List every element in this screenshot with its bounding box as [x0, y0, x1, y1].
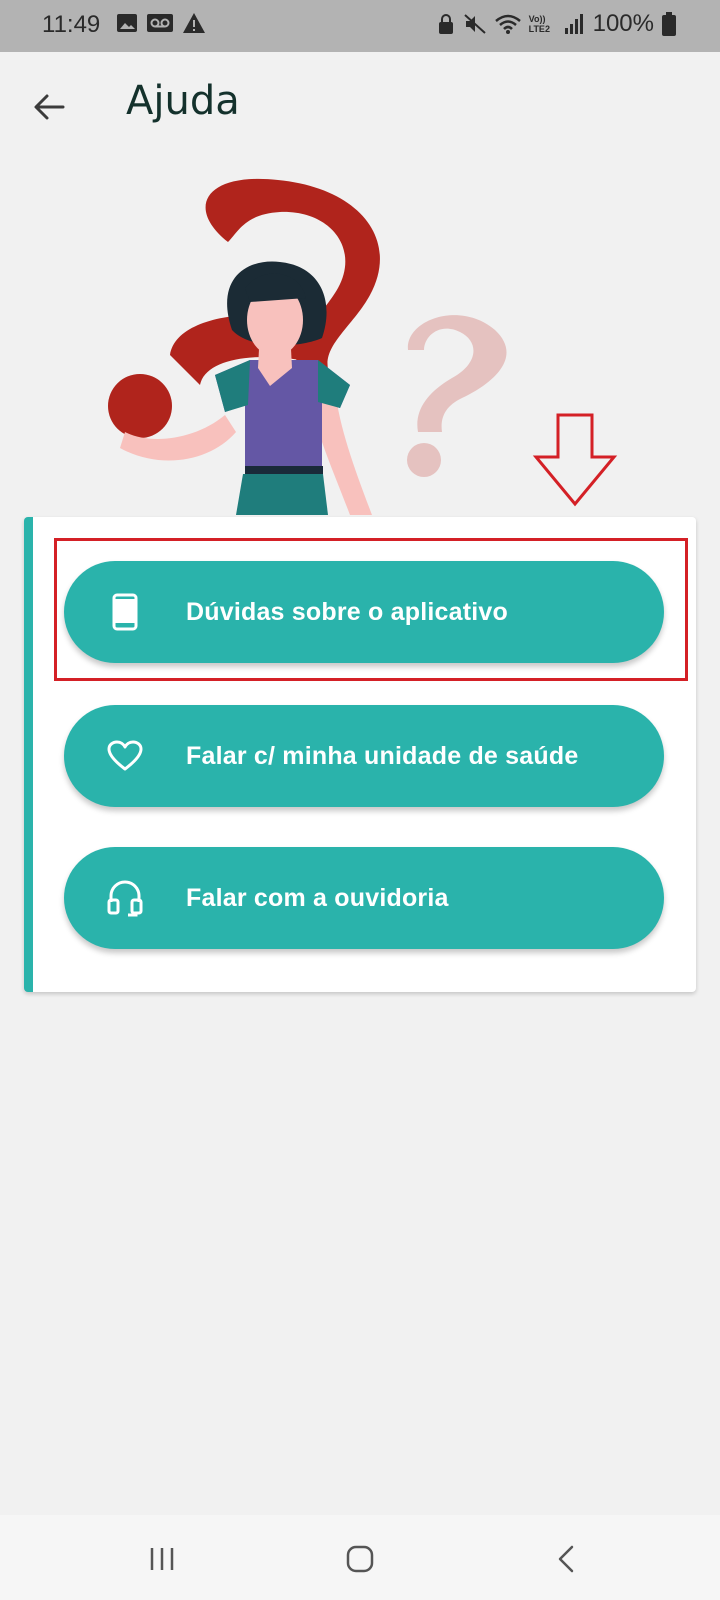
home-button[interactable]: [338, 1537, 382, 1581]
home-icon: [346, 1545, 374, 1573]
woman-right-sleeve: [318, 360, 350, 408]
health-unit-label: Falar c/ minha unidade de saúde: [186, 741, 579, 770]
voicemail-icon: [147, 14, 173, 32]
wifi-icon: [494, 14, 521, 34]
ombudsman-button[interactable]: Falar com a ouvidoria: [64, 847, 664, 949]
volte-label: Vo)) LTE2: [528, 14, 550, 34]
battery-icon: [662, 12, 676, 36]
highlight-annotation-box: [54, 538, 688, 681]
woman-belt: [245, 466, 323, 474]
heart-icon: [107, 740, 143, 771]
ombudsman-label: Falar com a ouvidoria: [186, 883, 449, 912]
lock-icon: [438, 14, 453, 34]
down-arrow-outline-icon: [532, 413, 618, 507]
recent-apps-icon: [150, 1548, 174, 1570]
headset-icon: [107, 880, 143, 917]
signal-icon: [564, 14, 583, 34]
pink-question-mark-shape: [407, 315, 507, 432]
health-unit-button[interactable]: Falar c/ minha unidade de saúde: [64, 705, 664, 807]
system-back-button[interactable]: [544, 1537, 588, 1581]
mute-icon: [463, 14, 486, 34]
app-bar: Ajuda: [0, 52, 720, 152]
recent-apps-button[interactable]: [140, 1537, 184, 1581]
back-icon: [558, 1545, 574, 1573]
battery-percent: 100%: [592, 10, 654, 37]
image-icon: [117, 14, 137, 32]
back-button[interactable]: [24, 82, 74, 132]
arrow-left-icon: [34, 94, 65, 120]
status-time: 11:49: [42, 11, 101, 38]
system-nav-bar: [0, 1515, 720, 1600]
woman-left-sleeve: [215, 360, 250, 412]
woman-pants: [236, 474, 328, 515]
warning-icon: [183, 13, 205, 33]
page-title: Ajuda: [126, 78, 240, 124]
red-ball: [108, 374, 172, 438]
status-bar: 11:49 Vo)) LTE2 100%: [0, 0, 720, 52]
pink-question-mark-dot: [407, 443, 441, 477]
